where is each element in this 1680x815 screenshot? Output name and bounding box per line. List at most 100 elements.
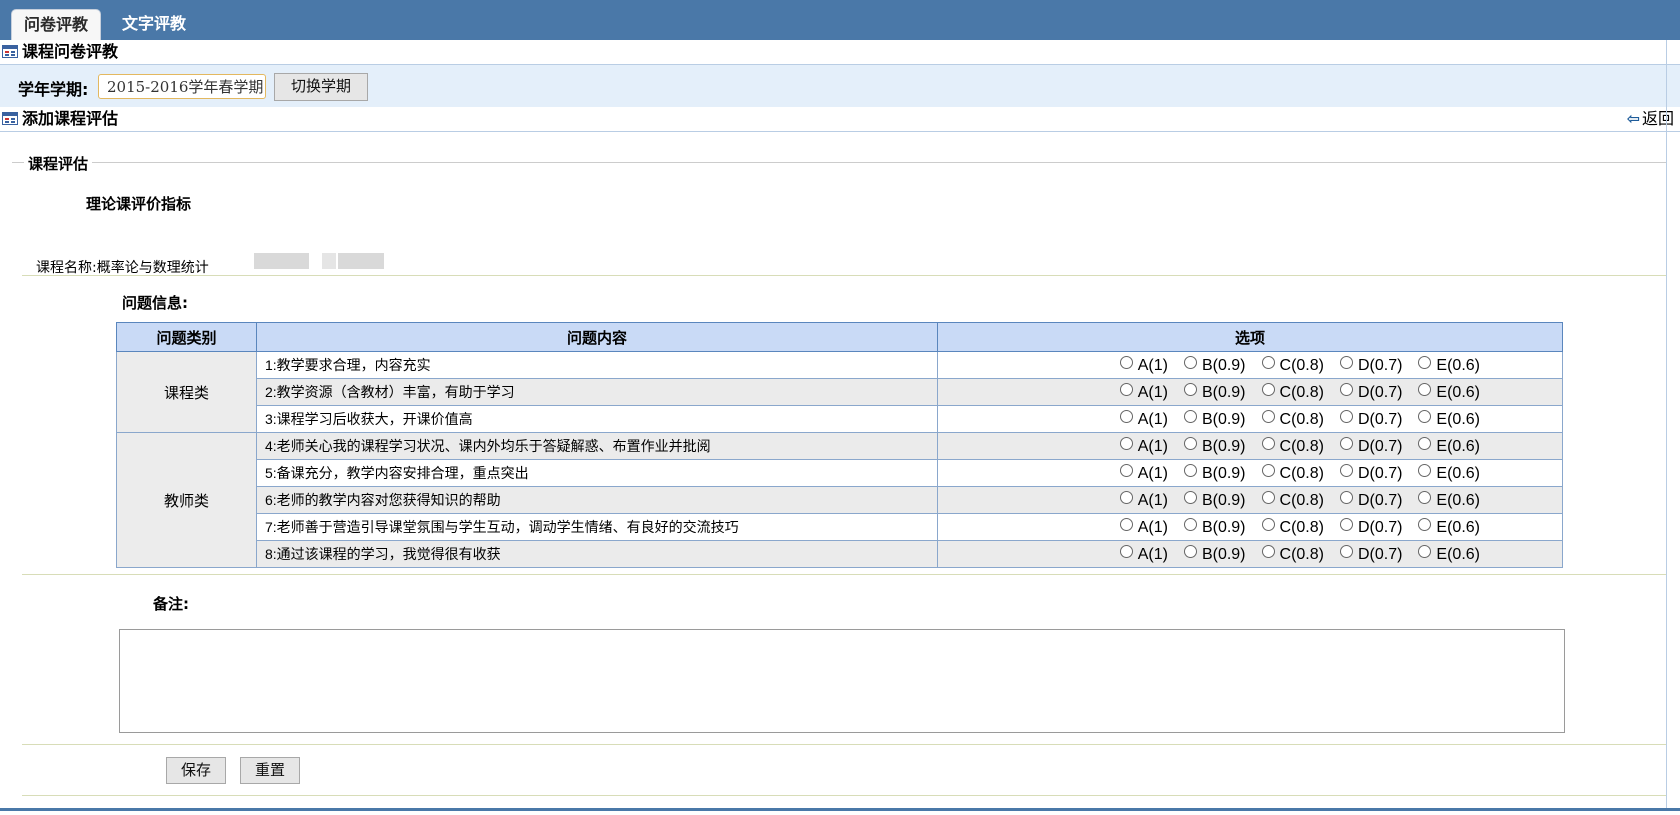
radio-button[interactable] bbox=[1183, 409, 1197, 423]
radio-button[interactable] bbox=[1183, 436, 1197, 450]
radio-option[interactable]: A(1) bbox=[1119, 436, 1168, 456]
tab-text-evaluation[interactable]: 文字评教 bbox=[110, 9, 198, 40]
radio-option[interactable]: E(0.6) bbox=[1418, 490, 1480, 510]
remark-textarea[interactable] bbox=[119, 629, 1565, 733]
radio-button[interactable] bbox=[1418, 409, 1432, 423]
options-cell: A(1) B(0.9) C(0.8) D(0.7) E(0.6) bbox=[937, 459, 1563, 487]
radio-option[interactable]: E(0.6) bbox=[1418, 355, 1480, 375]
radio-option[interactable]: D(0.7) bbox=[1339, 544, 1402, 564]
radio-button[interactable] bbox=[1418, 490, 1432, 504]
radio-label: B(0.9) bbox=[1201, 491, 1246, 509]
section-header-course-questionnaire: 课程问卷评教 bbox=[0, 40, 1680, 65]
radio-button[interactable] bbox=[1183, 463, 1197, 477]
radio-label: B(0.9) bbox=[1201, 518, 1246, 536]
radio-button[interactable] bbox=[1183, 355, 1197, 369]
reset-button[interactable]: 重置 bbox=[240, 757, 300, 784]
radio-option[interactable]: A(1) bbox=[1119, 544, 1168, 564]
radio-button[interactable] bbox=[1261, 409, 1275, 423]
radio-button[interactable] bbox=[1119, 436, 1133, 450]
back-arrow-icon: ⇦ bbox=[1626, 109, 1640, 128]
radio-button[interactable] bbox=[1119, 544, 1133, 558]
radio-label: E(0.6) bbox=[1436, 356, 1480, 374]
radio-button[interactable] bbox=[1339, 409, 1353, 423]
radio-option[interactable]: B(0.9) bbox=[1183, 490, 1246, 510]
radio-option[interactable]: D(0.7) bbox=[1339, 490, 1402, 510]
radio-option[interactable]: E(0.6) bbox=[1418, 382, 1480, 402]
radio-button[interactable] bbox=[1418, 463, 1432, 477]
radio-button[interactable] bbox=[1418, 544, 1432, 558]
radio-button[interactable] bbox=[1183, 517, 1197, 531]
radio-button[interactable] bbox=[1261, 355, 1275, 369]
radio-option[interactable]: C(0.8) bbox=[1261, 490, 1324, 510]
radio-option[interactable]: D(0.7) bbox=[1339, 355, 1402, 375]
radio-button[interactable] bbox=[1261, 490, 1275, 504]
radio-button[interactable] bbox=[1339, 517, 1353, 531]
radio-option[interactable]: E(0.6) bbox=[1418, 544, 1480, 564]
radio-button[interactable] bbox=[1339, 463, 1353, 477]
radio-option[interactable]: D(0.7) bbox=[1339, 463, 1402, 483]
radio-button[interactable] bbox=[1261, 517, 1275, 531]
radio-option[interactable]: B(0.9) bbox=[1183, 463, 1246, 483]
radio-option[interactable]: B(0.9) bbox=[1183, 382, 1246, 402]
radio-button[interactable] bbox=[1339, 490, 1353, 504]
radio-option[interactable]: D(0.7) bbox=[1339, 517, 1402, 537]
radio-button[interactable] bbox=[1261, 436, 1275, 450]
term-label: 学年学期: bbox=[18, 80, 89, 99]
radio-option[interactable]: D(0.7) bbox=[1339, 409, 1402, 429]
radio-option[interactable]: C(0.8) bbox=[1261, 517, 1324, 537]
radio-button[interactable] bbox=[1119, 409, 1133, 423]
radio-option[interactable]: E(0.6) bbox=[1418, 517, 1480, 537]
radio-option[interactable]: C(0.8) bbox=[1261, 463, 1324, 483]
radio-option[interactable]: A(1) bbox=[1119, 355, 1168, 375]
radio-option[interactable]: A(1) bbox=[1119, 490, 1168, 510]
tab-questionnaire-evaluation[interactable]: 问卷评教 bbox=[11, 9, 102, 41]
radio-label: A(1) bbox=[1137, 518, 1168, 536]
radio-button[interactable] bbox=[1418, 382, 1432, 396]
divider bbox=[22, 275, 1667, 276]
radio-button[interactable] bbox=[1183, 382, 1197, 396]
radio-option[interactable]: B(0.9) bbox=[1183, 409, 1246, 429]
radio-button[interactable] bbox=[1339, 382, 1353, 396]
radio-button[interactable] bbox=[1119, 382, 1133, 396]
radio-option[interactable]: B(0.9) bbox=[1183, 544, 1246, 564]
radio-option[interactable]: E(0.6) bbox=[1418, 409, 1480, 429]
radio-option[interactable]: A(1) bbox=[1119, 517, 1168, 537]
radio-button[interactable] bbox=[1119, 490, 1133, 504]
switch-term-button[interactable]: 切换学期 bbox=[274, 73, 368, 101]
radio-button[interactable] bbox=[1339, 355, 1353, 369]
radio-button[interactable] bbox=[1119, 355, 1133, 369]
radio-button[interactable] bbox=[1261, 382, 1275, 396]
radio-option[interactable]: C(0.8) bbox=[1261, 436, 1324, 456]
radio-option[interactable]: B(0.9) bbox=[1183, 517, 1246, 537]
question-table-body: 课程类 1:教学要求合理，内容充实 A(1) B(0.9) C(0.8) D(0.7) E(… bbox=[116, 351, 1563, 568]
radio-option[interactable]: D(0.7) bbox=[1339, 436, 1402, 456]
radio-option[interactable]: A(1) bbox=[1119, 409, 1168, 429]
save-button[interactable]: 保存 bbox=[166, 757, 226, 784]
radio-option[interactable]: B(0.9) bbox=[1183, 355, 1246, 375]
radio-option[interactable]: C(0.8) bbox=[1261, 382, 1324, 402]
radio-option[interactable]: C(0.8) bbox=[1261, 544, 1324, 564]
radio-button[interactable] bbox=[1261, 544, 1275, 558]
term-input[interactable]: 2015-2016学年春学期 bbox=[98, 74, 266, 99]
radio-option[interactable]: E(0.6) bbox=[1418, 463, 1480, 483]
radio-button[interactable] bbox=[1119, 463, 1133, 477]
radio-option[interactable]: C(0.8) bbox=[1261, 355, 1324, 375]
divider bbox=[22, 744, 1667, 745]
remark-label: 备注: bbox=[153, 595, 189, 613]
radio-button[interactable] bbox=[1418, 517, 1432, 531]
radio-label: E(0.6) bbox=[1436, 491, 1480, 509]
radio-option[interactable]: B(0.9) bbox=[1183, 436, 1246, 456]
radio-button[interactable] bbox=[1261, 463, 1275, 477]
radio-button[interactable] bbox=[1183, 544, 1197, 558]
radio-button[interactable] bbox=[1339, 544, 1353, 558]
radio-button[interactable] bbox=[1339, 436, 1353, 450]
radio-option[interactable]: E(0.6) bbox=[1418, 436, 1480, 456]
radio-button[interactable] bbox=[1119, 517, 1133, 531]
radio-option[interactable]: A(1) bbox=[1119, 382, 1168, 402]
radio-button[interactable] bbox=[1418, 436, 1432, 450]
radio-button[interactable] bbox=[1418, 355, 1432, 369]
radio-option[interactable]: C(0.8) bbox=[1261, 409, 1324, 429]
radio-option[interactable]: D(0.7) bbox=[1339, 382, 1402, 402]
radio-button[interactable] bbox=[1183, 490, 1197, 504]
radio-option[interactable]: A(1) bbox=[1119, 463, 1168, 483]
